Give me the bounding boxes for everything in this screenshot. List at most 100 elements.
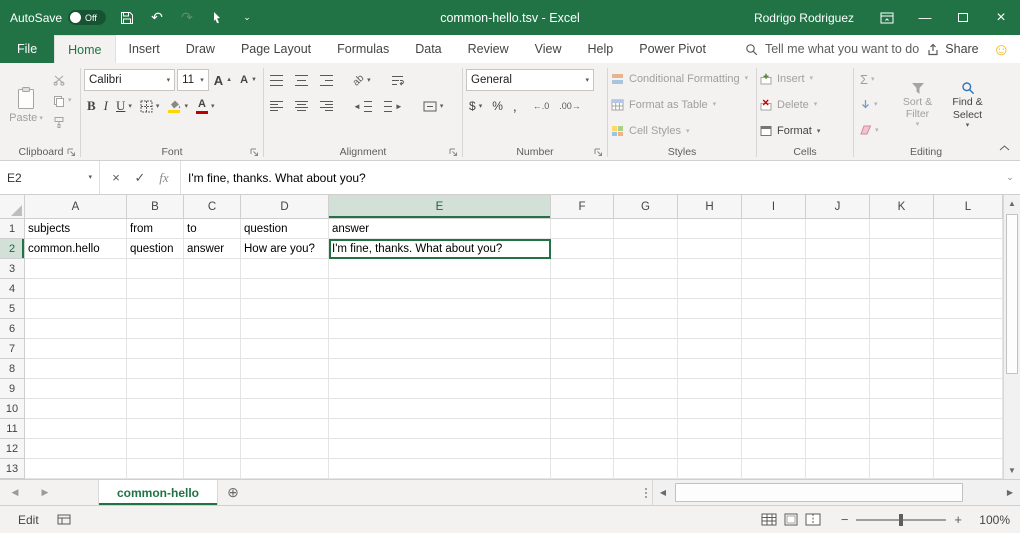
vertical-scrollbar[interactable]: ▲ ▼ bbox=[1003, 195, 1020, 479]
font-color-button[interactable]: A ▾ bbox=[193, 96, 218, 117]
fill-color-button[interactable]: ▾ bbox=[164, 96, 191, 117]
cell-G6[interactable] bbox=[614, 319, 678, 339]
row-header-4[interactable]: 4 bbox=[0, 279, 25, 299]
row-header-2[interactable]: 2 bbox=[0, 239, 25, 259]
middle-align-button[interactable] bbox=[292, 70, 311, 91]
cell-L7[interactable] bbox=[934, 339, 1003, 359]
cell-C10[interactable] bbox=[184, 399, 241, 419]
cell-E3[interactable] bbox=[329, 259, 551, 279]
cell-B1[interactable]: from bbox=[127, 219, 184, 239]
scroll-up-icon[interactable]: ▲ bbox=[1004, 195, 1020, 212]
cell-H2[interactable] bbox=[678, 239, 742, 259]
cell-I11[interactable] bbox=[742, 419, 806, 439]
font-dialog-launcher-icon[interactable] bbox=[250, 148, 259, 157]
cell-D6[interactable] bbox=[241, 319, 329, 339]
number-format-combo[interactable]: General▾ bbox=[466, 69, 594, 91]
cell-E9[interactable] bbox=[329, 379, 551, 399]
cell-F2[interactable] bbox=[551, 239, 614, 259]
insert-cells-button[interactable]: Insert▾ bbox=[760, 68, 850, 89]
cell-A11[interactable] bbox=[25, 419, 127, 439]
cell-K1[interactable] bbox=[870, 219, 934, 239]
cell-E11[interactable] bbox=[329, 419, 551, 439]
find-select-button[interactable]: Find & Select ▾ bbox=[944, 67, 991, 143]
tab-formulas[interactable]: Formulas bbox=[324, 35, 402, 63]
format-cells-button[interactable]: Format▾ bbox=[760, 121, 850, 142]
cell-F10[interactable] bbox=[551, 399, 614, 419]
borders-button[interactable]: ▾ bbox=[137, 96, 163, 117]
cell-L2[interactable] bbox=[934, 239, 1003, 259]
cell-D10[interactable] bbox=[241, 399, 329, 419]
cell-K8[interactable] bbox=[870, 359, 934, 379]
cell-B4[interactable] bbox=[127, 279, 184, 299]
cell-J4[interactable] bbox=[806, 279, 870, 299]
cell-D13[interactable] bbox=[241, 459, 329, 479]
tell-me-search[interactable]: Tell me what you want to do bbox=[745, 35, 919, 63]
cell-J6[interactable] bbox=[806, 319, 870, 339]
cell-G5[interactable] bbox=[614, 299, 678, 319]
increase-indent-button[interactable]: ► bbox=[381, 96, 406, 117]
cell-H3[interactable] bbox=[678, 259, 742, 279]
cell-H7[interactable] bbox=[678, 339, 742, 359]
share-button[interactable]: Share bbox=[926, 42, 978, 56]
column-header-D[interactable]: D bbox=[241, 195, 329, 219]
percent-style-button[interactable]: % bbox=[489, 96, 506, 117]
cell-A6[interactable] bbox=[25, 319, 127, 339]
cell-I3[interactable] bbox=[742, 259, 806, 279]
cell-H9[interactable] bbox=[678, 379, 742, 399]
cell-C4[interactable] bbox=[184, 279, 241, 299]
cell-D1[interactable]: question bbox=[241, 219, 329, 239]
cell-I12[interactable] bbox=[742, 439, 806, 459]
tab-draw[interactable]: Draw bbox=[173, 35, 228, 63]
cell-I4[interactable] bbox=[742, 279, 806, 299]
column-header-K[interactable]: K bbox=[870, 195, 934, 219]
undo-icon[interactable]: ↶ bbox=[148, 6, 166, 30]
cell-C13[interactable] bbox=[184, 459, 241, 479]
cell-G11[interactable] bbox=[614, 419, 678, 439]
cell-G1[interactable] bbox=[614, 219, 678, 239]
cell-B13[interactable] bbox=[127, 459, 184, 479]
ribbon-display-options-icon[interactable] bbox=[868, 0, 906, 35]
font-size-combo[interactable]: 11▾ bbox=[177, 69, 209, 91]
cell-K12[interactable] bbox=[870, 439, 934, 459]
font-name-combo[interactable]: Calibri▾ bbox=[84, 69, 175, 91]
comma-style-button[interactable]: , bbox=[510, 96, 520, 117]
decrease-decimal-button[interactable]: .00→ bbox=[556, 96, 584, 117]
cell-K6[interactable] bbox=[870, 319, 934, 339]
cell-G2[interactable] bbox=[614, 239, 678, 259]
increase-font-size-button[interactable]: A▲ bbox=[211, 70, 235, 91]
row-header-10[interactable]: 10 bbox=[0, 399, 25, 419]
conditional-formatting-button[interactable]: Conditional Formatting▾ bbox=[611, 68, 753, 89]
sheet-nav-left-icon[interactable]: ◀ bbox=[0, 480, 30, 505]
cell-J3[interactable] bbox=[806, 259, 870, 279]
cell-B10[interactable] bbox=[127, 399, 184, 419]
cell-F12[interactable] bbox=[551, 439, 614, 459]
clear-button[interactable]: ▾ bbox=[857, 120, 891, 141]
cell-C6[interactable] bbox=[184, 319, 241, 339]
cell-I9[interactable] bbox=[742, 379, 806, 399]
cell-C7[interactable] bbox=[184, 339, 241, 359]
cell-H5[interactable] bbox=[678, 299, 742, 319]
cell-F8[interactable] bbox=[551, 359, 614, 379]
zoom-level[interactable]: 100% bbox=[972, 513, 1010, 527]
collapse-ribbon-icon[interactable] bbox=[999, 138, 1010, 156]
cell-D9[interactable] bbox=[241, 379, 329, 399]
macro-record-icon[interactable] bbox=[57, 514, 71, 525]
cell-C12[interactable] bbox=[184, 439, 241, 459]
cell-L5[interactable] bbox=[934, 299, 1003, 319]
cell-I1[interactable] bbox=[742, 219, 806, 239]
cell-H4[interactable] bbox=[678, 279, 742, 299]
cell-K4[interactable] bbox=[870, 279, 934, 299]
zoom-out-icon[interactable]: − bbox=[841, 512, 849, 527]
cell-L1[interactable] bbox=[934, 219, 1003, 239]
zoom-in-icon[interactable]: + bbox=[954, 512, 962, 527]
confirm-entry-icon[interactable]: ✓ bbox=[128, 170, 152, 186]
cell-C2[interactable]: answer bbox=[184, 239, 241, 259]
redo-icon[interactable]: ↷ bbox=[178, 6, 196, 30]
expand-formula-bar-icon[interactable]: ⌄ bbox=[1000, 161, 1020, 194]
cell-K5[interactable] bbox=[870, 299, 934, 319]
cell-J13[interactable] bbox=[806, 459, 870, 479]
cell-D8[interactable] bbox=[241, 359, 329, 379]
cell-L12[interactable] bbox=[934, 439, 1003, 459]
cell-I6[interactable] bbox=[742, 319, 806, 339]
cell-L11[interactable] bbox=[934, 419, 1003, 439]
